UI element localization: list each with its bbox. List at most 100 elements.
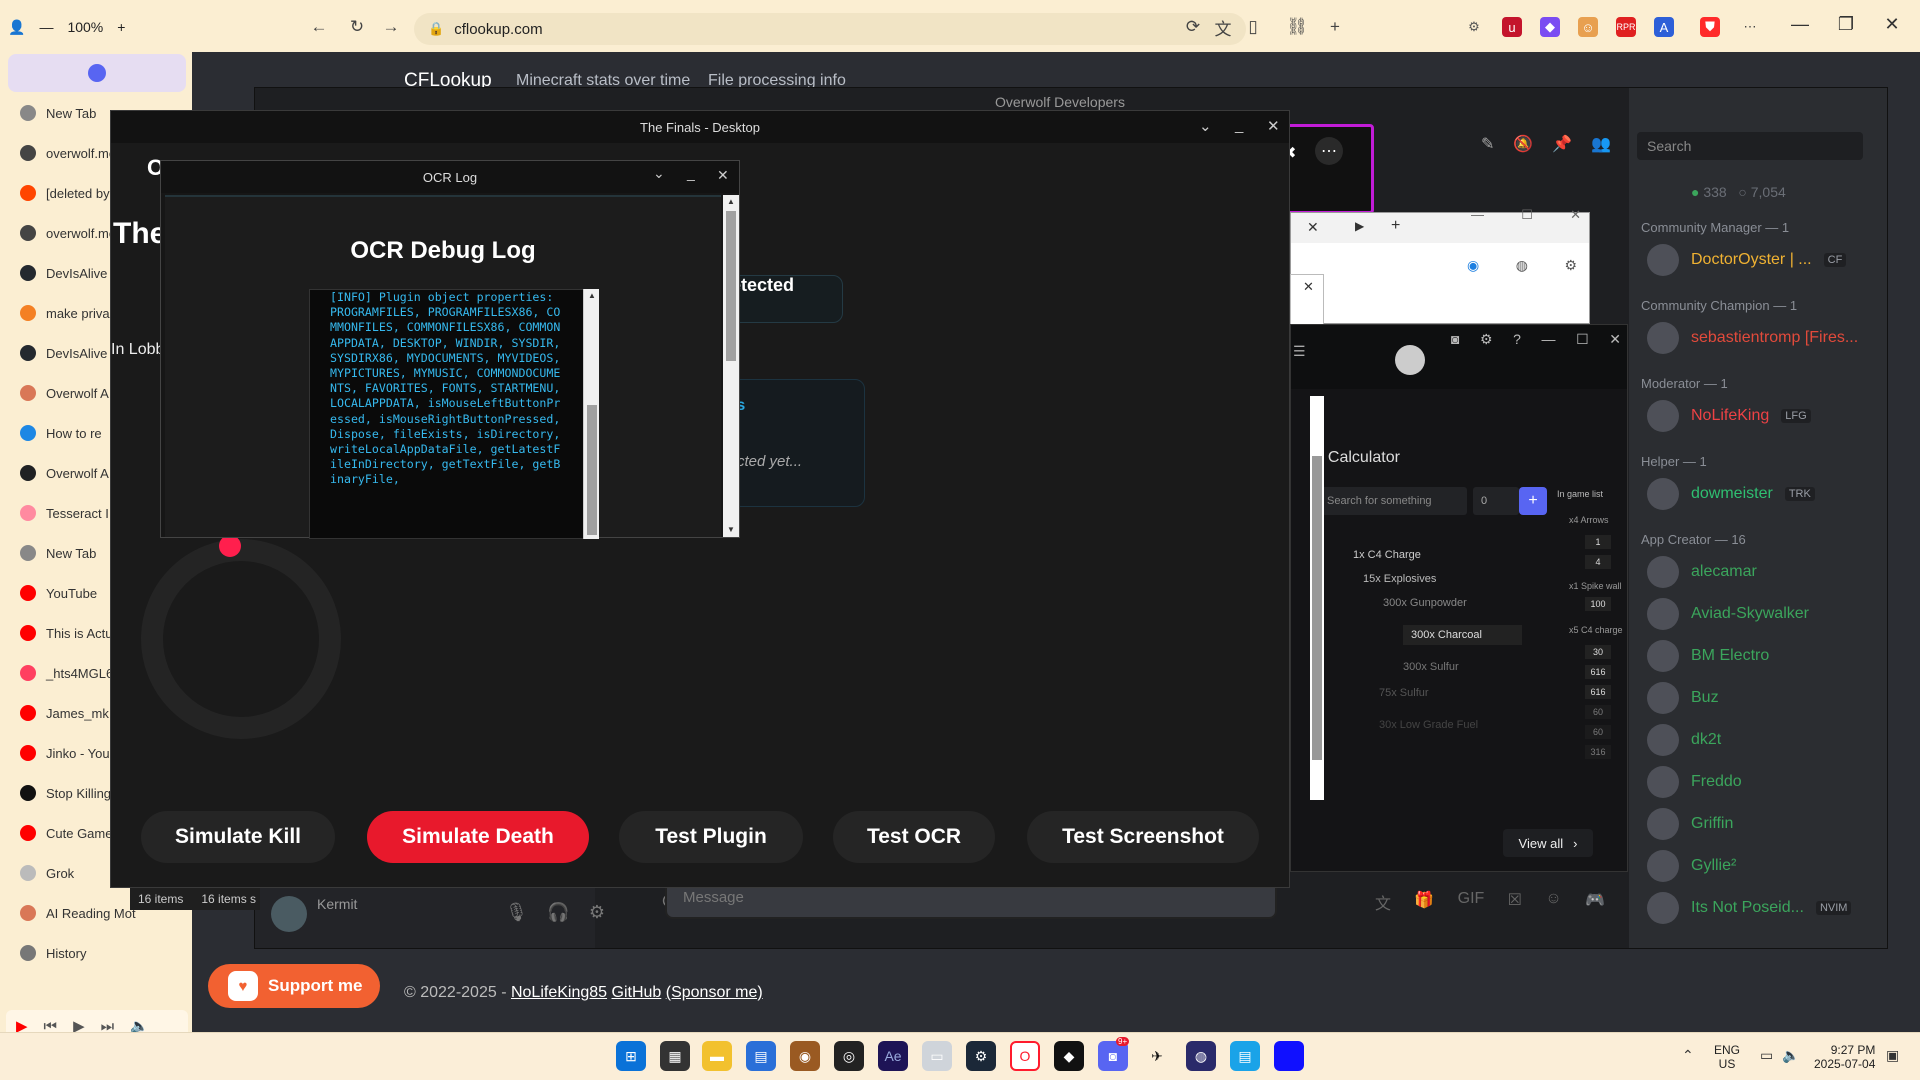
shield-extension-icon[interactable]: ⛊: [1700, 17, 1720, 37]
simulate-kill-button[interactable]: Simulate Kill: [141, 811, 335, 863]
new-tab-icon[interactable]: +: [1391, 217, 1400, 235]
avatar[interactable]: [271, 896, 307, 932]
member-item[interactable]: DoctorOyster | ... CF: [1647, 244, 1847, 276]
app-icon-3[interactable]: ▭: [922, 1041, 952, 1071]
recipe-node[interactable]: 30x Low Grade Fuel: [1379, 719, 1478, 731]
headphones-icon[interactable]: 🎧: [547, 902, 569, 923]
forward-button[interactable]: →: [376, 12, 406, 42]
refresh-button[interactable]: ↻: [342, 12, 372, 42]
sidebar-tab[interactable]: History: [8, 936, 186, 970]
chevron-up-icon[interactable]: ⌃: [1682, 1047, 1694, 1064]
opera-icon[interactable]: O: [1010, 1041, 1040, 1071]
test-plugin-button[interactable]: Test Plugin: [619, 811, 803, 863]
author-link[interactable]: NoLifeKing85: [511, 984, 607, 1001]
scroll-up-icon[interactable]: ▲: [588, 291, 596, 300]
chevron-down-icon[interactable]: ⌄: [653, 165, 665, 182]
minimize-icon[interactable]: —: [1780, 14, 1820, 35]
games-icon[interactable]: 🎮: [1585, 890, 1605, 914]
gif-icon[interactable]: GIF: [1458, 890, 1485, 914]
member-item[interactable]: Its Not Poseid... NVIM: [1647, 892, 1852, 924]
translate-icon[interactable]: 文: [1208, 12, 1238, 42]
close-icon[interactable]: ✕: [1303, 279, 1314, 295]
profile-icon[interactable]: 👤: [8, 19, 25, 36]
sponsor-link[interactable]: (Sponsor me): [666, 984, 763, 1001]
view-all-button[interactable]: View all ›: [1503, 829, 1593, 857]
test-screenshot-button[interactable]: Test Screenshot: [1027, 811, 1259, 863]
sticker-icon[interactable]: ☒: [1508, 890, 1522, 914]
simulate-death-button[interactable]: Simulate Death: [367, 811, 589, 863]
discord-icon[interactable]: ◙: [1451, 331, 1459, 348]
gear-icon[interactable]: ⚙: [1564, 257, 1577, 274]
quantity-input[interactable]: 0: [1473, 487, 1519, 515]
member-item[interactable]: BM Electro: [1647, 640, 1769, 672]
scrollbar-thumb[interactable]: [587, 405, 597, 535]
member-item[interactable]: NoLifeKing LFG: [1647, 400, 1811, 432]
close-icon[interactable]: ✕: [1872, 14, 1912, 35]
recipe-node[interactable]: 300x Charcoal: [1403, 625, 1522, 645]
recipe-node[interactable]: 15x Explosives: [1363, 573, 1436, 585]
translate-icon[interactable]: 文: [1375, 890, 1391, 914]
menu-icon[interactable]: ☰: [1293, 343, 1306, 360]
member-item[interactable]: Gyllie²: [1647, 850, 1736, 882]
add-item-button[interactable]: +: [1519, 487, 1547, 515]
test-ocr-button[interactable]: Test OCR: [833, 811, 995, 863]
reading-view-icon[interactable]: ▯: [1238, 12, 1268, 42]
new-tab-plus-icon[interactable]: +: [1320, 12, 1350, 42]
maximize-icon[interactable]: ☐: [1521, 207, 1533, 223]
threads-icon[interactable]: ✎: [1481, 134, 1494, 154]
globe-icon[interactable]: ◍: [1186, 1041, 1216, 1071]
github-link[interactable]: GitHub: [612, 984, 662, 1001]
gear-icon[interactable]: ⚙: [1480, 331, 1493, 348]
app-icon-1[interactable]: ◉: [790, 1041, 820, 1071]
back-button[interactable]: ←: [304, 12, 334, 42]
discord-taskbar-icon[interactable]: ◙ 9+: [1098, 1037, 1130, 1071]
chevron-down-icon[interactable]: ⌄: [1199, 117, 1212, 135]
zoom-out-button[interactable]: —: [39, 19, 53, 35]
ocr-log-textarea[interactable]: [INFO] Plugin object properties: PROGRAM…: [309, 289, 585, 539]
active-tab-discord[interactable]: [8, 54, 186, 92]
member-item[interactable]: sebastientromp [Fires...: [1647, 322, 1858, 354]
member-item[interactable]: dowmeister TRK: [1647, 478, 1815, 510]
profile-icon[interactable]: ◍: [1516, 257, 1528, 274]
log-scrollbar[interactable]: ▲: [583, 289, 599, 539]
settings-extension-icon[interactable]: ⚙: [1464, 17, 1484, 37]
mute-icon[interactable]: 🔕: [1513, 134, 1533, 154]
gear-icon[interactable]: ⚙: [589, 902, 605, 923]
sync-icon[interactable]: ⟳: [1178, 12, 1208, 42]
copilot-icon[interactable]: ◉: [1467, 257, 1479, 274]
member-item[interactable]: Freddo: [1647, 766, 1742, 798]
minimize-icon[interactable]: _: [1235, 117, 1243, 134]
emoji-icon[interactable]: ☺: [1545, 890, 1561, 914]
volume-icon[interactable]: 🔈: [1782, 1047, 1799, 1064]
scroll-down-icon[interactable]: ▼: [727, 525, 735, 534]
notepad-icon[interactable]: ▤: [1230, 1041, 1260, 1071]
close-icon[interactable]: ✕: [717, 167, 729, 184]
app-icon-5[interactable]: ✈: [1142, 1041, 1172, 1071]
app-icon-6[interactable]: [1274, 1041, 1304, 1071]
close-icon[interactable]: ✕: [1609, 331, 1621, 348]
notification-icon[interactable]: ▣: [1886, 1047, 1899, 1064]
more-icon[interactable]: ⋯: [1315, 137, 1343, 165]
scrollbar-thumb[interactable]: [726, 211, 736, 361]
file-explorer-icon[interactable]: ▬: [702, 1041, 732, 1071]
extension-purple-icon[interactable]: ◆: [1540, 17, 1560, 37]
network-icon[interactable]: ▭: [1760, 1047, 1773, 1064]
avatar[interactable]: [1395, 345, 1425, 375]
minimize-icon[interactable]: —: [1542, 331, 1556, 348]
member-item[interactable]: Griffin: [1647, 808, 1733, 840]
zoom-in-button[interactable]: +: [117, 19, 125, 35]
close-tab-icon[interactable]: ✕: [1307, 219, 1319, 236]
app-icon-2[interactable]: ◎: [834, 1041, 864, 1071]
language-indicator[interactable]: ENG US: [1714, 1043, 1740, 1071]
member-item[interactable]: alecamar: [1647, 556, 1757, 588]
clock[interactable]: 9:27 PM 2025-07-04: [1814, 1043, 1875, 1071]
app-icon-4[interactable]: ◆: [1054, 1041, 1084, 1071]
search-input[interactable]: Search: [1637, 132, 1863, 160]
member-item[interactable]: dk2t: [1647, 724, 1721, 756]
translate-extension-icon[interactable]: A: [1654, 17, 1674, 37]
search-input[interactable]: Search for something: [1319, 487, 1467, 515]
minecraft-icon[interactable]: ▦: [660, 1041, 690, 1071]
extension-rpr-icon[interactable]: RPR: [1616, 17, 1636, 37]
recipe-node[interactable]: 300x Sulfur: [1403, 661, 1459, 673]
more-menu-icon[interactable]: ⋯: [1740, 17, 1760, 37]
